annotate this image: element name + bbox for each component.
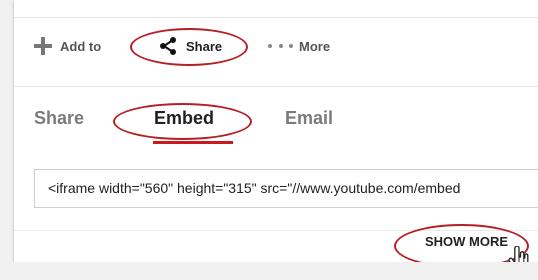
more-dots-icon bbox=[268, 43, 293, 49]
embed-code-field[interactable]: <iframe width="560" height="315" src="//… bbox=[34, 169, 538, 208]
embed-highlight-ring bbox=[113, 103, 252, 140]
share-panel: Add to Share More Share Embed Email <ifr… bbox=[0, 0, 538, 280]
active-tab-underline bbox=[153, 141, 233, 144]
action-bar: Add to Share More bbox=[14, 24, 538, 68]
share-highlight-ring bbox=[130, 28, 248, 66]
section-divider bbox=[14, 86, 538, 87]
share-tabs: Share Embed Email bbox=[14, 108, 538, 140]
more-label: More bbox=[299, 38, 331, 54]
embed-code-text: <iframe width="560" height="315" src="//… bbox=[48, 180, 461, 196]
plus-icon bbox=[34, 37, 52, 55]
tab-email[interactable]: Email bbox=[285, 108, 333, 129]
add-to-button[interactable]: Add to bbox=[34, 24, 101, 68]
bottom-strip bbox=[0, 262, 538, 280]
tab-share[interactable]: Share bbox=[34, 108, 84, 129]
add-to-label: Add to bbox=[60, 38, 102, 54]
top-divider bbox=[14, 17, 538, 18]
more-button[interactable]: More bbox=[268, 24, 330, 68]
share-card: Add to Share More Share Embed Email <ifr… bbox=[14, 0, 538, 262]
